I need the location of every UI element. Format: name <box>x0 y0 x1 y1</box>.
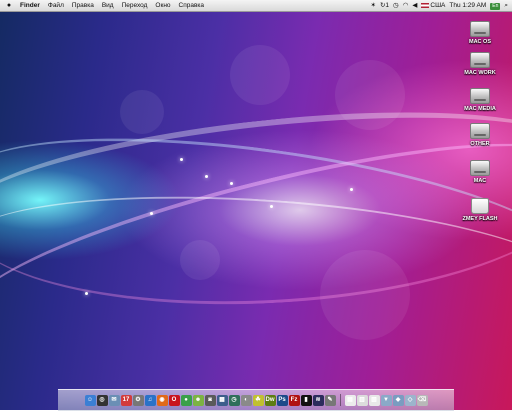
drive-mac-work[interactable]: MAC WORK <box>458 52 502 76</box>
photoshop-icon[interactable]: Ps <box>276 394 288 406</box>
dock-separator <box>339 394 341 406</box>
menu-help[interactable]: Справка <box>175 0 209 11</box>
trash-icon[interactable]: ⌫ <box>416 394 428 406</box>
input-locale: США <box>430 2 446 9</box>
spotlight-search-icon[interactable]: ⌕ <box>504 0 508 11</box>
volume-icon[interactable]: ◀ <box>412 0 417 11</box>
wallpaper-wave <box>0 87 512 279</box>
sync-icon[interactable]: ↻1 <box>380 0 389 11</box>
wallpaper-spark <box>150 212 153 215</box>
finder-icon[interactable]: ☺ <box>84 394 96 406</box>
hard-drive-icon <box>470 52 490 68</box>
drive-label: MAC WORK <box>464 70 496 76</box>
flag-icon <box>421 2 430 8</box>
drive-label: OTHER <box>470 141 490 147</box>
wallpaper-spark <box>85 292 88 295</box>
drive-other[interactable]: OTHER <box>458 123 502 147</box>
drive-label: ZMEY FLASH <box>462 216 498 222</box>
wallpaper-wave <box>0 178 512 354</box>
photo-booth-icon[interactable]: ◙ <box>204 394 216 406</box>
spaces-icon[interactable]: ▦ <box>216 394 228 406</box>
apple-icon[interactable]: ● <box>2 0 16 11</box>
drive-mac-media[interactable]: MAC MEDIA <box>458 88 502 112</box>
menu-window[interactable]: Окно <box>151 0 174 11</box>
dock-icon-row: ☺ ◎ ✉ 17 ⚙ ♫ ◉ O ● ☻ ◙ ▦ ◷ ◐ ☘ Dw Ps Fz ▮ ≋ ✎ ▤ ▥ ▧ ▼ ◆ ◇ ⌫ <box>58 391 454 409</box>
firefox-icon[interactable]: ◉ <box>156 394 168 406</box>
menu-file[interactable]: Файл <box>44 0 68 11</box>
dreamweaver-icon[interactable]: Dw <box>264 394 276 406</box>
input-badge[interactable]: En <box>490 0 501 11</box>
preview-icon[interactable]: ◐ <box>240 394 252 406</box>
itunes-icon[interactable]: ♫ <box>144 394 156 406</box>
wallpaper-bokeh <box>180 240 220 280</box>
drive-zmey-flash[interactable]: ZMEY FLASH <box>458 198 502 222</box>
wallpaper-bokeh <box>335 60 405 130</box>
usb-drive-icon <box>471 198 489 214</box>
hard-drive-icon <box>470 160 490 176</box>
wallpaper-bokeh <box>230 45 290 105</box>
wallpaper-bokeh <box>120 90 164 134</box>
desktop-wallpaper <box>0 0 512 410</box>
activity-monitor-icon[interactable]: ≋ <box>312 394 324 406</box>
bluetooth-icon[interactable]: ✶ <box>371 0 376 11</box>
menu-view[interactable]: Вид <box>98 0 118 11</box>
wallpaper-wave <box>0 106 512 368</box>
input-source-menu[interactable]: США <box>421 0 445 11</box>
ical-icon[interactable]: 17 <box>120 394 132 406</box>
hard-drive-icon <box>470 21 490 37</box>
menu-bar: ● Finder Файл Правка Вид Переход Окно Сп… <box>0 0 512 12</box>
wallpaper-wave <box>0 83 512 320</box>
wallpaper-spark <box>350 188 353 191</box>
sync-count: 1 <box>385 2 390 9</box>
drive-mac-os[interactable]: MAC OS <box>458 21 502 45</box>
hard-drive-icon <box>470 123 490 139</box>
chrome-icon[interactable]: ● <box>180 394 192 406</box>
filezilla-icon[interactable]: Fz <box>288 394 300 406</box>
menu-edit[interactable]: Правка <box>68 0 98 11</box>
system-preferences-icon[interactable]: ⚙ <box>132 394 144 406</box>
document-stack-icon[interactable]: ▤ <box>344 394 356 406</box>
wallpaper-spark <box>180 158 183 161</box>
menu-finder[interactable]: Finder <box>16 0 44 11</box>
input-badge-label: En <box>490 3 501 10</box>
dashboard-icon[interactable]: ◎ <box>96 394 108 406</box>
menu-go[interactable]: Переход <box>118 0 152 11</box>
terminal-icon[interactable]: ▮ <box>300 394 312 406</box>
clock[interactable]: Thu 1:29 AM <box>449 0 486 11</box>
text-document-icon[interactable]: ▥ <box>356 394 368 406</box>
mail-icon[interactable]: ✉ <box>108 394 120 406</box>
wallpaper-spark <box>230 182 233 185</box>
notes-icon[interactable]: ▧ <box>368 394 380 406</box>
wallpaper-wave <box>0 107 512 336</box>
network-folder-icon[interactable]: ◇ <box>404 394 416 406</box>
dock: ☺ ◎ ✉ 17 ⚙ ♫ ◉ O ● ☻ ◙ ▦ ◷ ◐ ☘ Dw Ps Fz ▮ ≋ ✎ ▤ ▥ ▧ ▼ ◆ ◇ ⌫ <box>58 389 454 411</box>
wallpaper-bokeh <box>320 250 410 340</box>
hard-drive-icon <box>470 88 490 104</box>
opera-icon[interactable]: O <box>168 394 180 406</box>
wallpaper-spark <box>205 175 208 178</box>
coda-icon[interactable]: ☘ <box>252 394 264 406</box>
wifi-icon[interactable]: ◠ <box>403 0 409 11</box>
applications-folder-icon[interactable]: ◆ <box>392 394 404 406</box>
drive-label: MAC MEDIA <box>464 106 496 112</box>
downloads-folder-icon[interactable]: ▼ <box>380 394 392 406</box>
time-machine-icon[interactable]: ◷ <box>393 0 399 11</box>
menu-extras: ✶ ↻1 ◷ ◠ ◀ США Thu 1:29 AM En ⌕ <box>369 0 511 11</box>
adium-icon[interactable]: ☻ <box>192 394 204 406</box>
wallpaper-spark <box>270 205 273 208</box>
drive-label: MAC <box>473 178 487 184</box>
time-machine-icon[interactable]: ◷ <box>228 394 240 406</box>
drive-label: MAC OS <box>469 39 491 45</box>
script-editor-icon[interactable]: ✎ <box>324 394 336 406</box>
drive-mac[interactable]: MAC <box>458 160 502 184</box>
